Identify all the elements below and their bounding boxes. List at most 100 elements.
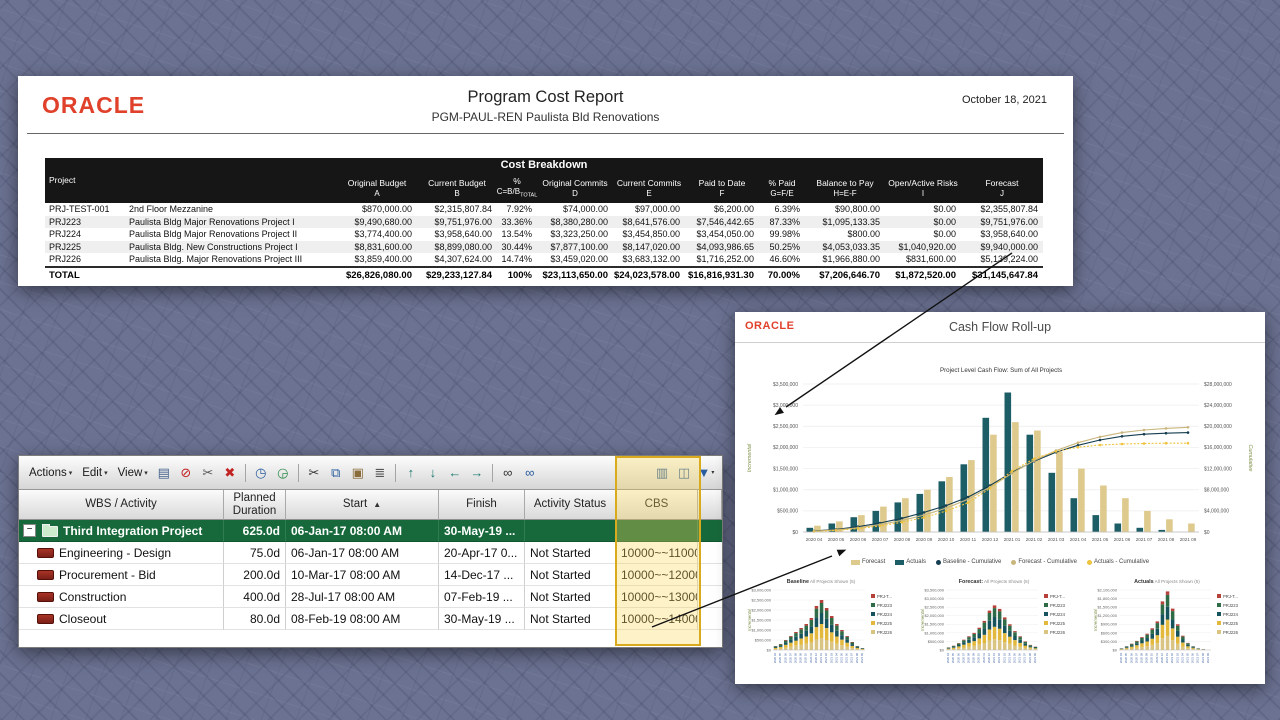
- cost-value: $4,307,624.00: [417, 253, 497, 266]
- finish-date: 14-Dec-17 ...: [439, 564, 525, 586]
- svg-text:$0: $0: [792, 530, 798, 536]
- finish-date: 07-Feb-19 ...: [439, 586, 525, 608]
- svg-text:PRJ226: PRJ226: [877, 630, 893, 635]
- progress-icon[interactable]: ◶: [273, 463, 293, 483]
- copy-icon[interactable]: ⧉: [326, 463, 346, 483]
- svg-text:2020 10: 2020 10: [977, 653, 981, 664]
- project-code: PRJ224: [45, 228, 127, 241]
- menu-view[interactable]: View▾: [113, 464, 153, 482]
- cost-value: $2,355,807.84: [961, 203, 1043, 216]
- svg-text:2020 08: 2020 08: [894, 537, 911, 542]
- cash-flow-legend: Forecast Actuals Baseline - Cumulative F…: [735, 559, 1265, 565]
- wbs-col-header-filler: [698, 490, 722, 520]
- svg-text:$500,000: $500,000: [777, 509, 798, 515]
- svg-text:$1,000,000: $1,000,000: [773, 488, 798, 494]
- svg-text:2021 07: 2021 07: [850, 653, 854, 664]
- layout-icon[interactable]: ◫: [674, 463, 694, 483]
- wbs-col-header-wbs-activity[interactable]: WBS / Activity: [19, 490, 224, 520]
- svg-text:Forecast: All Projects Shown (: Forecast: All Projects Shown (5): [959, 579, 1030, 585]
- svg-text:2020 11: 2020 11: [982, 653, 986, 663]
- wbs-col-header-cbs[interactable]: CBS: [616, 490, 698, 520]
- find-icon[interactable]: ∞: [498, 463, 518, 483]
- cancel-icon[interactable]: ⊘: [176, 463, 196, 483]
- cost-col-header: Project: [45, 173, 337, 203]
- wbs-col-header-finish[interactable]: Finish: [439, 490, 525, 520]
- wbs-table-row[interactable]: Closeout 80.0d 08-Feb-19 08:00 AM 30-May…: [19, 608, 722, 630]
- wbs-table-row[interactable]: −Third Integration Project 625.0d 06-Jan…: [19, 520, 722, 542]
- fill-down-icon[interactable]: ≣: [370, 463, 390, 483]
- move-up-icon[interactable]: ↑: [401, 463, 421, 483]
- svg-text:PRJ226: PRJ226: [1223, 630, 1239, 635]
- activity-name: Construction: [59, 590, 126, 604]
- cost-value: $3,958,640.00: [417, 228, 497, 241]
- total-value: $7,206,646.70: [805, 268, 885, 283]
- cost-value: $870,000.00: [337, 203, 417, 216]
- project-code: PRJ226: [45, 253, 127, 266]
- svg-text:$3,500,000: $3,500,000: [925, 587, 945, 592]
- svg-text:$1,500,000: $1,500,000: [773, 466, 798, 472]
- move-right-icon[interactable]: →: [467, 463, 487, 483]
- svg-text:PRJ-T...: PRJ-T...: [1050, 594, 1065, 599]
- activity-status: Not Started: [525, 608, 616, 630]
- wbs-table-row[interactable]: Construction 400.0d 28-Jul-17 08:00 AM 0…: [19, 586, 722, 608]
- cut-row-icon[interactable]: ✂: [198, 463, 218, 483]
- svg-text:PRJ223: PRJ223: [1050, 603, 1066, 608]
- planned-duration: 400.0d: [224, 586, 286, 608]
- columns-icon[interactable]: ▥: [652, 463, 672, 483]
- move-down-icon[interactable]: ↓: [423, 463, 443, 483]
- svg-text:2021 09: 2021 09: [1180, 537, 1197, 542]
- total-value: $24,023,578.00: [613, 268, 685, 283]
- svg-text:2020 12: 2020 12: [814, 653, 818, 664]
- cost-value: $9,490,680.00: [337, 216, 417, 229]
- sort-asc-icon: ▲: [373, 498, 381, 511]
- start-date: 10-Mar-17 08:00 AM: [286, 564, 439, 586]
- svg-text:2021 03: 2021 03: [1002, 653, 1006, 664]
- svg-text:2021 06: 2021 06: [1114, 537, 1131, 542]
- svg-text:2020 06: 2020 06: [783, 653, 787, 664]
- wbs-table-header: WBS / Activity Planned Duration Start▲ F…: [19, 490, 722, 520]
- svg-text:$0: $0: [1113, 647, 1118, 652]
- cost-col-header: ForecastJ: [961, 173, 1043, 203]
- svg-text:2021 06: 2021 06: [845, 653, 849, 664]
- svg-text:2021 06: 2021 06: [1191, 653, 1195, 664]
- filter-icon[interactable]: ▼▾: [696, 463, 716, 483]
- svg-text:$2,100,000: $2,100,000: [1098, 587, 1118, 592]
- search-replace-icon[interactable]: ∞: [520, 463, 540, 483]
- delete-icon[interactable]: ✖: [220, 463, 240, 483]
- collapse-icon[interactable]: −: [23, 524, 36, 537]
- wbs-col-header-activity-status[interactable]: Activity Status: [525, 490, 616, 520]
- cut-icon[interactable]: ✂: [304, 463, 324, 483]
- move-left-icon[interactable]: ←: [445, 463, 465, 483]
- svg-text:2020 11: 2020 11: [809, 653, 813, 663]
- wbs-col-header-planned-duration[interactable]: Planned Duration: [224, 490, 286, 520]
- cost-value: $9,940,000.00: [961, 241, 1043, 254]
- cost-value: $1,095,133.35: [805, 216, 885, 229]
- wbs-activity-table-window: Actions▾Edit▾View▾▤⊘✂✖◷◶✂⧉▣≣↑↓←→∞∞▥◫▼▾ W…: [18, 455, 723, 648]
- menu-actions[interactable]: Actions▾: [24, 464, 77, 482]
- svg-text:$900,000: $900,000: [1101, 622, 1118, 627]
- paste-icon[interactable]: ▣: [348, 463, 368, 483]
- schedule-icon[interactable]: ◷: [251, 463, 271, 483]
- svg-text:2021 05: 2021 05: [840, 653, 844, 664]
- legend-swatch: [1087, 560, 1092, 565]
- cost-value: $4,093,986.65: [685, 241, 759, 254]
- total-value: 70.00%: [759, 268, 805, 283]
- folder-icon: [42, 526, 58, 537]
- activity-icon: [37, 570, 54, 580]
- svg-text:2021 08: 2021 08: [1028, 653, 1032, 664]
- menu-edit[interactable]: Edit▾: [77, 464, 112, 482]
- planned-duration: 200.0d: [224, 564, 286, 586]
- wbs-col-header-start[interactable]: Start▲: [286, 490, 439, 520]
- toolbar-separator: [492, 464, 493, 482]
- svg-text:PRJ223: PRJ223: [1223, 603, 1239, 608]
- svg-text:$20,000,000: $20,000,000: [1204, 424, 1232, 430]
- svg-text:$2,500,000: $2,500,000: [773, 424, 798, 430]
- wbs-table-row[interactable]: Procurement - Bid 200.0d 10-Mar-17 08:00…: [19, 564, 722, 586]
- wbs-table-row[interactable]: Engineering - Design 75.0d 06-Jan-17 08:…: [19, 542, 722, 564]
- svg-text:$3,000,000: $3,000,000: [752, 587, 772, 592]
- cost-col-header: %C=B/BTOTAL: [497, 173, 537, 203]
- svg-text:2021 09: 2021 09: [1033, 653, 1037, 664]
- cost-value: $0.00: [885, 203, 961, 216]
- save-icon[interactable]: ▤: [154, 463, 174, 483]
- svg-text:2020 04: 2020 04: [1119, 653, 1123, 664]
